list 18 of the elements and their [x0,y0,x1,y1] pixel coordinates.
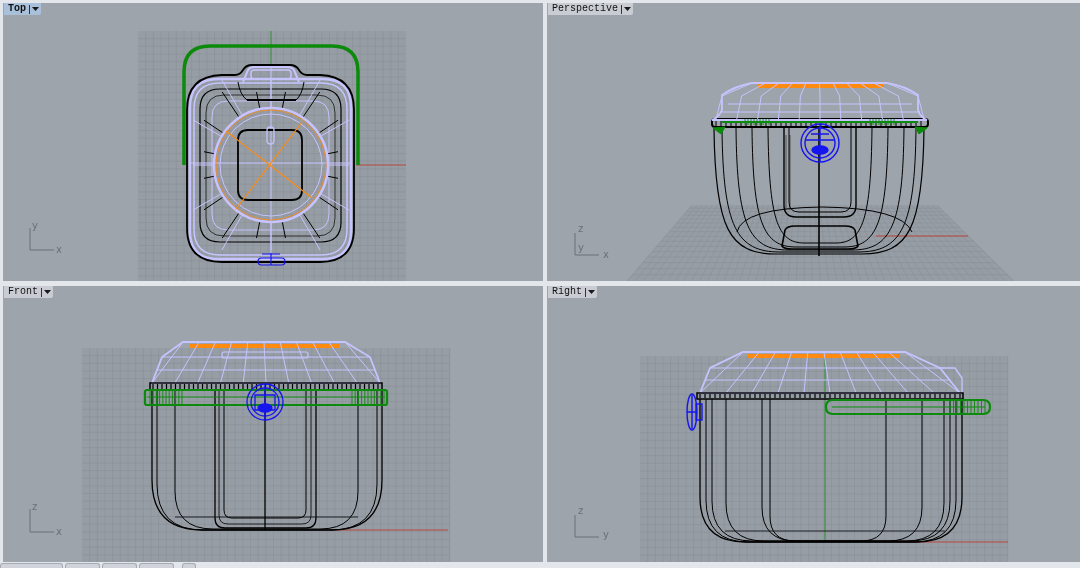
dropdown-caret-icon [32,7,39,11]
viewport-tab[interactable] [0,563,63,568]
grid-axis-line [270,30,272,65]
viewport-tab[interactable] [102,563,137,568]
viewport-title-button[interactable]: Perspective [548,3,633,15]
axis-icon [29,508,55,533]
grid-axis-line [355,164,407,166]
viewport-tab[interactable] [65,563,100,568]
dropdown-caret-icon [44,290,51,294]
axis-icon [574,232,600,256]
dropdown-caret-icon [624,7,631,11]
viewport-tab[interactable] [182,563,196,568]
axis-icon [574,514,600,538]
viewport-title-button[interactable]: Right [548,286,597,298]
viewport-title-button[interactable]: Top [4,3,41,15]
viewport-tab[interactable] [139,563,174,568]
dropdown-caret-icon [588,290,595,294]
viewport-title-button[interactable]: Front [4,286,53,298]
